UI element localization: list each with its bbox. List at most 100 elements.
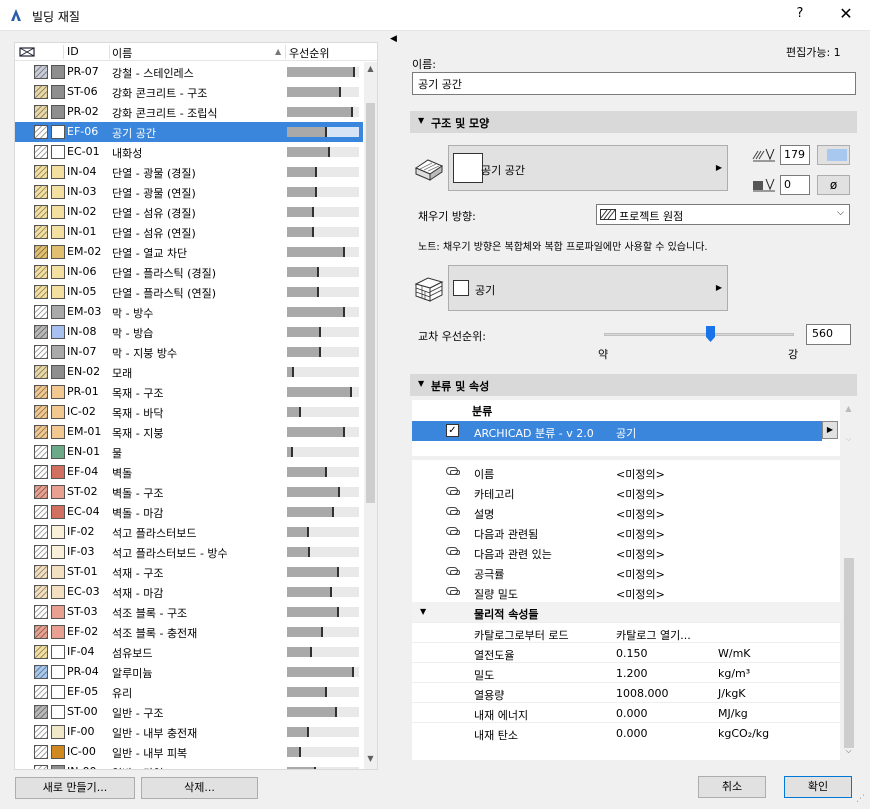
material-row[interactable]: EC-03 석재 - 마감 (15, 582, 363, 602)
material-row[interactable]: ST-00 일반 - 구조 (15, 702, 363, 722)
material-row[interactable]: PR-04 알루미늄 (15, 662, 363, 682)
material-row[interactable]: IF-00 일반 - 내부 충전재 (15, 722, 363, 742)
priority-slider-track[interactable] (604, 333, 794, 336)
material-id: PR-04 (67, 665, 99, 678)
scroll-up-icon[interactable]: ▲ (842, 404, 855, 418)
property-row[interactable]: 다음과 관련됨 <미정의> (412, 522, 842, 542)
cancel-button[interactable]: 취소 (698, 776, 766, 798)
classification-picker-chevron-icon[interactable]: ▶ (822, 421, 838, 439)
property-row[interactable]: 다음과 관련 있는 <미정의> (412, 542, 842, 562)
new-material-button[interactable]: 새로 만들기... (15, 777, 135, 799)
material-name: 일반 - 단열 (112, 765, 163, 769)
material-row[interactable]: EC-01 내화성 (15, 142, 363, 162)
property-row[interactable]: 설명 <미정의> (412, 502, 842, 522)
physical-property-value[interactable]: 1008.000 (616, 687, 669, 700)
physical-property-row[interactable]: 열전도율 0.150 W/mK (412, 642, 842, 662)
material-row[interactable]: EC-04 벽돌 - 마감 (15, 502, 363, 522)
fill-direction-select[interactable]: 프로젝트 원점 ⌵ (596, 204, 850, 225)
close-button[interactable]: ✕ (834, 4, 858, 26)
material-row[interactable]: IF-02 석고 플라스터보드 (15, 522, 363, 542)
physical-properties-group[interactable]: ▼ 물리적 속성들 (412, 602, 842, 622)
transparent-pen-button[interactable]: ø (817, 175, 850, 195)
cut-fill-swatch (34, 85, 48, 99)
material-row[interactable]: EF-05 유리 (15, 682, 363, 702)
properties-scrollbar[interactable]: ⌵ (842, 460, 856, 760)
physical-property-row[interactable]: 밀도 1.200 kg/m³ (412, 662, 842, 682)
material-row[interactable]: EN-02 모래 (15, 362, 363, 382)
surface-color-swatch (51, 305, 65, 319)
material-row[interactable]: ST-06 강화 콘크리트 - 구조 (15, 82, 363, 102)
physical-property-row[interactable]: 내재 탄소 0.000 kgCO₂/kg (412, 722, 842, 742)
physical-property-value[interactable]: 1.200 (616, 667, 648, 680)
properties-scroll-thumb[interactable] (844, 558, 854, 748)
material-row[interactable]: PR-07 강철 - 스테인레스 (15, 62, 363, 82)
list-scroll-thumb[interactable] (366, 103, 375, 503)
material-name: 벽돌 - 구조 (112, 487, 164, 500)
classification-section-header[interactable]: ▼ 분류 및 속성 (410, 374, 857, 396)
material-row[interactable]: EF-04 벽돌 (15, 462, 363, 482)
priority-slider-thumb[interactable] (706, 326, 716, 342)
material-row[interactable]: IF-03 석고 플라스터보드 - 방수 (15, 542, 363, 562)
priority-bar (287, 127, 359, 137)
physical-property-value[interactable]: 0.150 (616, 647, 648, 660)
scroll-up-icon[interactable]: ▲ (364, 64, 377, 78)
material-row[interactable]: IN-07 막 - 지붕 방수 (15, 342, 363, 362)
material-row[interactable]: PR-02 강화 콘크리트 - 조립식 (15, 102, 363, 122)
property-row[interactable]: 이름 <미정의> (412, 462, 842, 482)
column-header-name[interactable]: 이름 (112, 45, 132, 61)
resize-grip-icon[interactable]: ⋰ (856, 794, 868, 806)
physical-property-row[interactable]: 내재 에너지 0.000 MJ/kg (412, 702, 842, 722)
material-row[interactable]: ST-01 석재 - 구조 (15, 562, 363, 582)
collapse-left-arrow-icon[interactable]: ◀ (390, 34, 397, 44)
classification-scrollbar[interactable]: ▲ ⌵ (842, 400, 856, 456)
material-row[interactable]: EF-06 공기 공간 (15, 122, 363, 142)
delete-material-button[interactable]: 삭제... (141, 777, 258, 799)
surface-color-swatch (51, 265, 65, 279)
material-row[interactable]: ST-02 벽돌 - 구조 (15, 482, 363, 502)
scroll-down-icon[interactable]: ▼ (364, 754, 377, 768)
fill-picker-button[interactable]: 공기 ▶ (448, 265, 728, 311)
material-row[interactable]: IC-00 일반 - 내부 피복 (15, 742, 363, 762)
material-row[interactable]: EN-01 물 (15, 442, 363, 462)
material-row[interactable]: EM-01 목재 - 지붕 (15, 422, 363, 442)
physical-property-value[interactable]: 0.000 (616, 727, 648, 740)
pen-color-button[interactable] (817, 145, 850, 165)
structure-section-header[interactable]: ▼ 구조 및 모양 (410, 111, 857, 133)
property-row[interactable]: 카테고리 <미정의> (412, 482, 842, 502)
physical-property-value[interactable]: 0.000 (616, 707, 648, 720)
physical-property-row[interactable]: 열용량 1008.000 J/kgK (412, 682, 842, 702)
column-header-id[interactable]: ID (67, 45, 79, 58)
scroll-down-icon[interactable]: ⌵ (842, 746, 855, 760)
property-row[interactable]: 공극률 <미정의> (412, 562, 842, 582)
material-row[interactable]: IN-05 단열 - 플라스틱 (연질) (15, 282, 363, 302)
column-header-priority[interactable]: 우선순위 (289, 45, 329, 61)
material-row[interactable]: IN-04 단열 - 광물 (경질) (15, 162, 363, 182)
material-row[interactable]: IN-06 단열 - 플라스틱 (경질) (15, 262, 363, 282)
intersection-priority-input[interactable]: 560 (806, 324, 851, 345)
material-name-input[interactable]: 공기 공간 (412, 72, 856, 95)
physical-property-value[interactable]: 카탈로그 열기... (616, 627, 691, 643)
classification-row[interactable]: ✓ ARCHICAD 분류 - v 2.0 공기 (412, 421, 822, 441)
material-row[interactable]: IN-03 단열 - 광물 (연질) (15, 182, 363, 202)
material-row[interactable]: IC-02 목재 - 바닥 (15, 402, 363, 422)
pen-number-input[interactable]: 179 (780, 145, 810, 165)
property-row[interactable]: 질량 밀도 <미정의> (412, 582, 842, 602)
material-row[interactable]: EM-03 막 - 방수 (15, 302, 363, 322)
surface-picker-button[interactable]: 공기 공간 ▶ (448, 145, 728, 191)
ok-button[interactable]: 확인 (784, 776, 852, 798)
material-row[interactable]: IN-00 일반 - 단열 (15, 762, 363, 769)
material-row[interactable]: EF-02 석조 블록 - 충전재 (15, 622, 363, 642)
scroll-down-icon[interactable]: ⌵ (842, 434, 855, 448)
material-row[interactable]: IN-08 막 - 방습 (15, 322, 363, 342)
classification-checkbox[interactable]: ✓ (446, 424, 459, 437)
surface-swatch (453, 153, 483, 183)
material-row[interactable]: PR-01 목재 - 구조 (15, 382, 363, 402)
physical-property-row[interactable]: 카탈로그로부터 로드 카탈로그 열기... (412, 622, 842, 642)
material-row[interactable]: IN-01 단열 - 섬유 (연질) (15, 222, 363, 242)
material-row[interactable]: ST-03 석조 블록 - 구조 (15, 602, 363, 622)
material-row[interactable]: IF-04 섬유보드 (15, 642, 363, 662)
help-button[interactable]: ? (790, 6, 810, 26)
background-pen-input[interactable]: 0 (780, 175, 810, 195)
material-row[interactable]: EM-02 단열 - 열교 차단 (15, 242, 363, 262)
material-row[interactable]: IN-02 단열 - 섬유 (경질) (15, 202, 363, 222)
